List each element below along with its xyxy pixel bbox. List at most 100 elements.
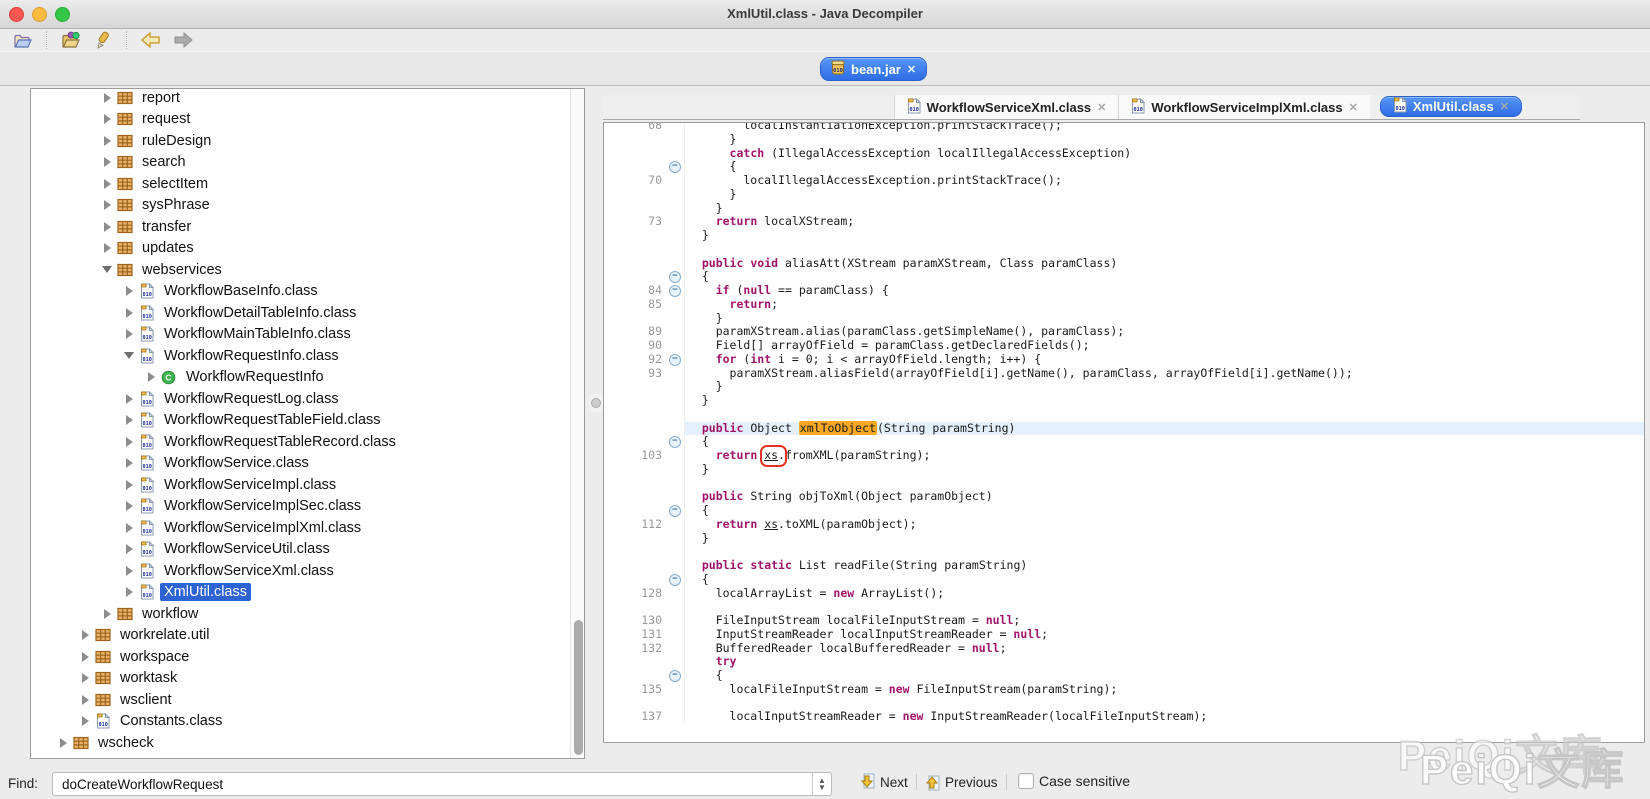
tree-item-WorkflowBaseInfo.class[interactable]: 010WorkflowBaseInfo.class [31,281,570,303]
tree-item-WorkflowServiceXml.class[interactable]: 010WorkflowServiceXml.class [31,560,570,582]
tree-item-wscheck[interactable]: wscheck [31,732,570,754]
fold-collapse-icon[interactable]: − [666,284,684,298]
line-number: 93 [604,367,666,381]
collapsed-arrow-icon[interactable] [121,544,137,554]
line-number [604,229,666,243]
collapsed-arrow-icon[interactable] [99,179,115,189]
tree-item-request[interactable]: request [31,109,570,131]
collapsed-arrow-icon[interactable] [77,673,93,683]
fold-collapse-icon[interactable]: − [666,270,684,284]
tree-item-Constants.class[interactable]: 010Constants.class [31,711,570,733]
expanded-arrow-icon[interactable] [121,352,137,359]
case-sensitive-checkbox[interactable] [1018,773,1034,789]
tree-item-WorkflowRequestInfo[interactable]: CWorkflowRequestInfo [31,367,570,389]
fold-column [666,229,684,243]
panel-splitter[interactable] [589,394,603,412]
collapsed-arrow-icon[interactable] [121,437,137,447]
tree-item-WorkflowDetailTableInfo.class[interactable]: 010WorkflowDetailTableInfo.class [31,302,570,324]
collapsed-arrow-icon[interactable] [121,329,137,339]
collapsed-arrow-icon[interactable] [121,523,137,533]
code-text: return xs.toXML(paramObject); [684,518,1644,532]
find-next-button[interactable]: Next [860,773,920,791]
search-icon[interactable] [92,30,114,50]
find-previous-button[interactable]: Previous [925,773,1010,791]
tree-scrollbar-thumb[interactable] [574,620,583,755]
back-icon[interactable] [140,30,162,50]
fold-column [666,614,684,628]
collapsed-arrow-icon[interactable] [121,587,137,597]
collapsed-arrow-icon[interactable] [99,157,115,167]
tree-item-WorkflowRequestTableRecord.class[interactable]: 010WorkflowRequestTableRecord.class [31,431,570,453]
collapsed-arrow-icon[interactable] [99,609,115,619]
code-text: localIllegalAccessException.printStackTr… [684,174,1644,188]
editor-tab-WorkflowServiceImplXml.class[interactable]: 010WorkflowServiceImplXml.class✕ [1118,95,1369,119]
tree-item-WorkflowServiceImpl.class[interactable]: 010WorkflowServiceImpl.class [31,474,570,496]
tree-item-XmlUtil.class[interactable]: 010XmlUtil.class [31,582,570,604]
fold-collapse-icon[interactable]: − [666,160,684,174]
jar-tab-bean[interactable]: 010 bean.jar ✕ [820,57,927,81]
tree-item-report[interactable]: report [31,88,570,109]
tree-item-transfer[interactable]: transfer [31,216,570,238]
open-file-icon[interactable] [12,30,34,50]
close-tab-icon[interactable]: ✕ [1097,101,1106,114]
fold-collapse-icon[interactable]: − [666,669,684,683]
collapsed-arrow-icon[interactable] [77,695,93,705]
collapsed-arrow-icon[interactable] [121,458,137,468]
tree-item-selectItem[interactable]: selectItem [31,173,570,195]
field-link[interactable]: xs [764,448,778,462]
code-line: public Object xmlToObject(String paramSt… [604,422,1644,436]
tree-item-search[interactable]: search [31,152,570,174]
collapsed-arrow-icon[interactable] [121,394,137,404]
collapsed-arrow-icon[interactable] [77,630,93,640]
collapsed-arrow-icon[interactable] [99,136,115,146]
tree-item-updates[interactable]: updates [31,238,570,260]
collapsed-arrow-icon[interactable] [99,243,115,253]
collapsed-arrow-icon[interactable] [121,501,137,511]
fold-collapse-icon[interactable]: − [666,435,684,449]
collapsed-arrow-icon[interactable] [121,480,137,490]
close-tab-icon[interactable]: ✕ [1500,100,1509,113]
tree-item-WorkflowRequestLog.class[interactable]: 010WorkflowRequestLog.class [31,388,570,410]
editor-tab-WorkflowServiceXml.class[interactable]: 010WorkflowServiceXml.class✕ [894,95,1119,119]
collapsed-arrow-icon[interactable] [121,415,137,425]
tree-item-WorkflowMainTableInfo.class[interactable]: 010WorkflowMainTableInfo.class [31,324,570,346]
open-type-icon[interactable] [60,30,82,50]
close-jar-tab-icon[interactable]: ✕ [907,63,916,76]
collapsed-arrow-icon[interactable] [121,286,137,296]
fold-collapse-icon[interactable]: − [666,573,684,587]
tree-item-WorkflowServiceImplXml.class[interactable]: 010WorkflowServiceImplXml.class [31,517,570,539]
collapsed-arrow-icon[interactable] [121,308,137,318]
tree-item-WorkflowRequestInfo.class[interactable]: 010WorkflowRequestInfo.class [31,345,570,367]
tree-item-sysPhrase[interactable]: sysPhrase [31,195,570,217]
editor-tab-XmlUtil.class[interactable]: 010XmlUtil.class✕ [1380,96,1522,117]
tree-scrollbar[interactable] [570,89,584,758]
forward-icon[interactable] [172,30,194,50]
collapsed-arrow-icon[interactable] [99,93,115,103]
tree-item-WorkflowRequestTableField.class[interactable]: 010WorkflowRequestTableField.class [31,410,570,432]
tree-item-WorkflowService.class[interactable]: 010WorkflowService.class [31,453,570,475]
collapsed-arrow-icon[interactable] [77,652,93,662]
close-tab-icon[interactable]: ✕ [1349,101,1358,114]
field-link[interactable]: xs [764,517,778,531]
fold-collapse-icon[interactable]: − [666,353,684,367]
tree-item-WorkflowServiceImplSec.class[interactable]: 010WorkflowServiceImplSec.class [31,496,570,518]
collapsed-arrow-icon[interactable] [143,372,159,382]
fold-collapse-icon[interactable]: − [666,504,684,518]
collapsed-arrow-icon[interactable] [99,200,115,210]
tree-item-webservices[interactable]: webservices [31,259,570,281]
tree-item-workspace[interactable]: workspace [31,646,570,668]
tree-item-workflow[interactable]: workflow [31,603,570,625]
find-history-stepper[interactable]: ▲▼ [812,773,831,795]
collapsed-arrow-icon[interactable] [55,738,71,748]
collapsed-arrow-icon[interactable] [77,716,93,726]
collapsed-arrow-icon[interactable] [99,222,115,232]
tree-item-ruleDesign[interactable]: ruleDesign [31,130,570,152]
collapsed-arrow-icon[interactable] [99,114,115,124]
expanded-arrow-icon[interactable] [99,266,115,273]
collapsed-arrow-icon[interactable] [121,566,137,576]
tree-item-workrelate.util[interactable]: workrelate.util [31,625,570,647]
tree-item-wsclient[interactable]: wsclient [31,689,570,711]
find-input[interactable]: doCreateWorkflowRequest ▲▼ [52,772,832,796]
tree-item-WorkflowServiceUtil.class[interactable]: 010WorkflowServiceUtil.class [31,539,570,561]
tree-item-worktask[interactable]: worktask [31,668,570,690]
